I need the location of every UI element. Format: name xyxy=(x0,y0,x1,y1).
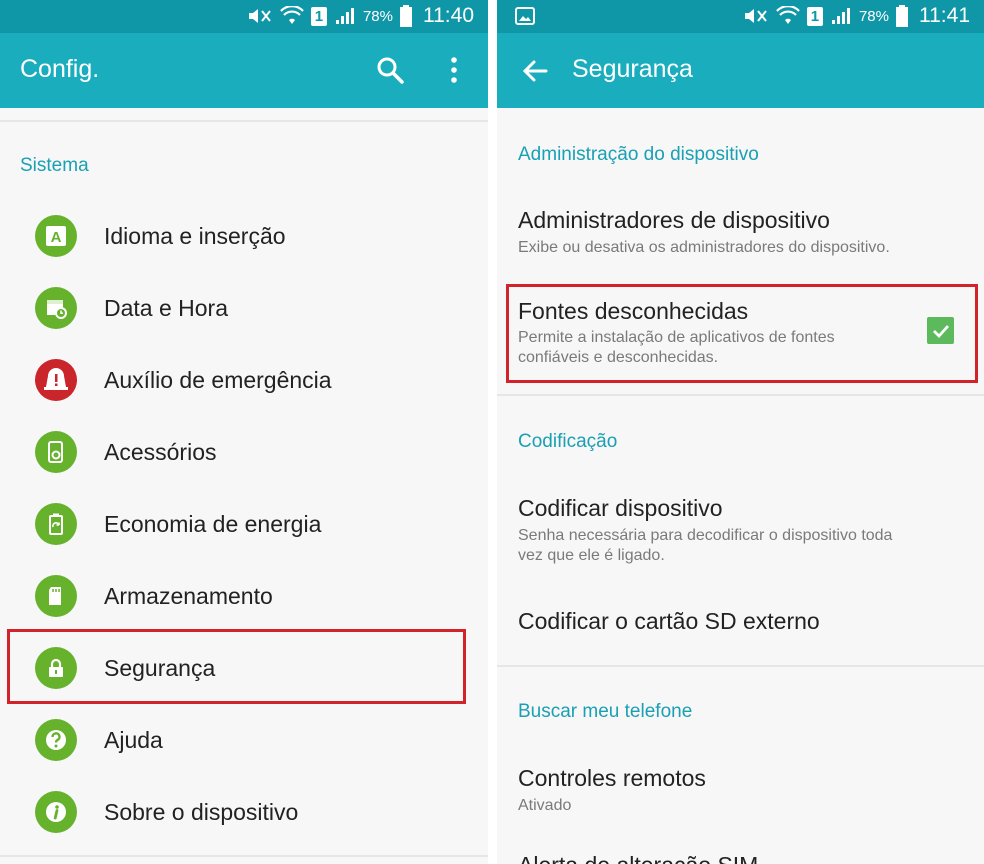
status-time: 11:40 xyxy=(423,4,474,27)
more-options-button[interactable] xyxy=(443,55,465,85)
settings-item-emergency[interactable]: Auxílio de emergência xyxy=(0,349,488,411)
divider xyxy=(497,665,984,667)
settings-item-storage[interactable]: Armazenamento xyxy=(0,565,488,627)
settings-item-accessories[interactable]: Acessórios xyxy=(0,421,488,483)
gallery-notification-icon xyxy=(515,7,535,30)
settings-item-help[interactable]: Ajuda xyxy=(0,709,488,771)
mute-icon xyxy=(247,6,273,26)
item-title: Administradores de dispositivo xyxy=(518,207,830,233)
mute-icon xyxy=(743,6,769,26)
app-bar: Config. xyxy=(0,33,488,108)
status-bar: 1 78% 11:41 xyxy=(497,0,984,33)
battery-icon xyxy=(896,5,908,27)
security-panel: 1 78% 11:41 Segurança Administração do d… xyxy=(497,0,984,864)
emergency-icon xyxy=(35,359,77,401)
signal-icon xyxy=(334,6,356,26)
settings-panel: 1 78% 11:40 Config. Sistema A Idioma e i… xyxy=(0,0,488,864)
section-header-admin: Administração do dispositivo xyxy=(518,144,759,165)
calendar-clock-icon xyxy=(35,287,77,329)
wifi-icon xyxy=(776,6,800,26)
divider xyxy=(0,855,488,857)
section-header-sistema: Sistema xyxy=(20,155,89,176)
section-header-encryption: Codificação xyxy=(518,431,618,452)
settings-item-date-time[interactable]: Data e Hora xyxy=(0,277,488,339)
battery-icon xyxy=(400,5,412,27)
item-label: Auxílio de emergência xyxy=(104,367,332,393)
page-title: Segurança xyxy=(572,55,693,83)
divider xyxy=(0,120,488,122)
settings-item-remote-controls[interactable]: Controles remotos Ativado xyxy=(497,748,984,828)
language-icon: A xyxy=(35,215,77,257)
settings-item-language[interactable]: A Idioma e inserção xyxy=(0,205,488,267)
wifi-icon xyxy=(280,6,304,26)
svg-text:A: A xyxy=(51,229,62,246)
item-subtitle: vez que ele é ligado. xyxy=(518,547,665,564)
status-time: 11:41 xyxy=(919,4,970,27)
status-bar: 1 78% 11:40 xyxy=(0,0,488,33)
page-title: Config. xyxy=(20,55,100,83)
highlight-security-item xyxy=(7,629,466,704)
back-button[interactable] xyxy=(521,57,549,85)
settings-item-power-saving[interactable]: Economia de energia xyxy=(0,493,488,555)
arrow-back-icon xyxy=(522,60,548,82)
signal-icon xyxy=(830,6,852,26)
item-label: Sobre o dispositivo xyxy=(104,799,299,825)
sim-icon: 1 xyxy=(310,6,327,26)
help-icon xyxy=(35,719,77,761)
sim-icon: 1 xyxy=(806,6,823,26)
battery-percent: 78% xyxy=(858,7,889,25)
item-title: Codificar dispositivo xyxy=(518,495,723,521)
item-subtitle: Ativado xyxy=(518,797,572,814)
item-label: Idioma e inserção xyxy=(104,223,286,249)
power-saving-icon xyxy=(35,503,77,545)
settings-item-about[interactable]: Sobre o dispositivo xyxy=(0,781,488,843)
settings-item-sim-alert[interactable]: Alerta de alteração SIM xyxy=(497,838,984,864)
item-title: Controles remotos xyxy=(518,765,706,791)
item-label: Economia de energia xyxy=(104,511,322,537)
item-title: Codificar o cartão SD externo xyxy=(518,608,820,634)
highlight-unknown-sources xyxy=(506,284,978,383)
item-label: Data e Hora xyxy=(104,295,229,321)
settings-item-encrypt-device[interactable]: Codificar dispositivo Senha necessária p… xyxy=(497,478,984,578)
battery-percent: 78% xyxy=(362,7,393,25)
settings-item-device-admins[interactable]: Administradores de dispositivo Exibe ou … xyxy=(497,190,984,270)
info-icon xyxy=(35,791,77,833)
accessories-icon xyxy=(35,431,77,473)
item-subtitle: Senha necessária para decodificar o disp… xyxy=(518,527,893,544)
search-button[interactable] xyxy=(375,55,405,85)
search-icon xyxy=(377,57,404,84)
app-bar: Segurança xyxy=(497,33,984,108)
divider xyxy=(497,394,984,396)
settings-item-encrypt-sd[interactable]: Codificar o cartão SD externo xyxy=(497,590,984,654)
item-subtitle: Exibe ou desativa os administradores do … xyxy=(518,239,890,256)
item-label: Armazenamento xyxy=(104,583,273,609)
section-header-find-phone: Buscar meu telefone xyxy=(518,701,693,722)
more-vert-icon xyxy=(451,57,457,83)
item-title: Alerta de alteração SIM xyxy=(518,852,758,864)
item-label: Ajuda xyxy=(104,727,163,753)
storage-icon xyxy=(35,575,77,617)
item-label: Acessórios xyxy=(104,439,217,465)
